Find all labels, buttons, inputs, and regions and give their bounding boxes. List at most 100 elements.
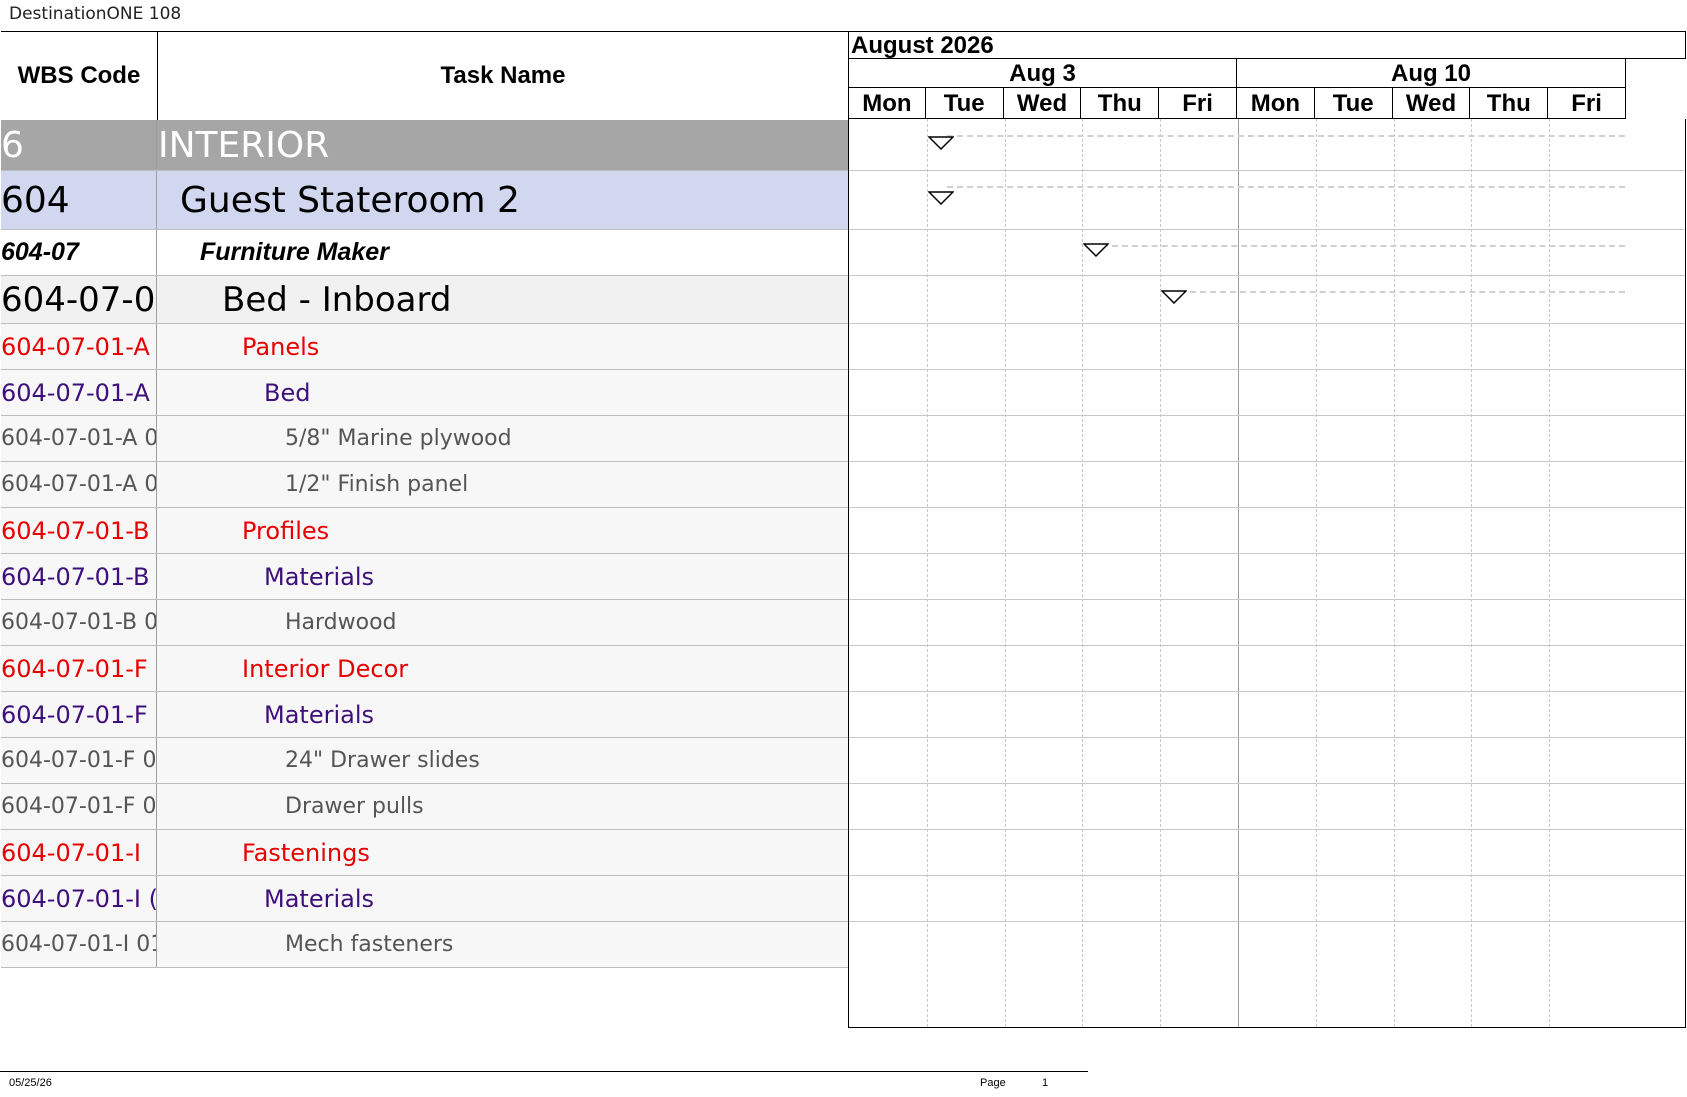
- summary-guide-line: [946, 135, 1625, 137]
- project-title: DestinationONE 108: [9, 4, 182, 24]
- day-header: Fri: [1159, 88, 1237, 119]
- task-name-cell: Bed - Inboard: [222, 279, 452, 320]
- gantt-day-gridline: [1160, 119, 1162, 1027]
- footer-page-number: 1: [1042, 1077, 1049, 1089]
- task-name-cell: 24" Drawer slides: [285, 748, 480, 773]
- wbs-code-cell: 604-07-01-A 0: [1, 416, 157, 461]
- wbs-code-cell: 604-07-01-A 0: [1, 462, 157, 507]
- day-header: Mon: [848, 88, 926, 119]
- table-row[interactable]: 604-07-01-A 0 1/2" Finish panel: [1, 462, 848, 508]
- day-header: Thu: [1470, 88, 1549, 119]
- wbs-code-cell: 604-07-01-B 0: [1, 600, 157, 645]
- wbs-column-header[interactable]: WBS Code: [1, 32, 158, 120]
- table-row[interactable]: 604-07 Furniture Maker: [1, 230, 848, 276]
- gantt-row-gridline: [849, 783, 1685, 784]
- summary-guide-line: [946, 186, 1625, 188]
- day-header: Tue: [925, 88, 1004, 119]
- task-name-cell: Panels: [242, 332, 320, 361]
- footer-date: 05/25/26: [9, 1077, 52, 1089]
- table-row[interactable]: 604-07-01-I Fastenings: [1, 830, 848, 876]
- gantt-chart: August 2026 Aug 3 Aug 10 Mon Tue Wed Thu Fri M…: [848, 31, 1686, 1028]
- wbs-code-cell: 604-07-01-F 0: [1, 784, 157, 829]
- table-row[interactable]: 604-07-01-F 0 Drawer pulls: [1, 784, 848, 830]
- task-name-cell: Mech fasteners: [285, 932, 454, 957]
- gantt-row-gridline: [849, 323, 1685, 324]
- table-row[interactable]: 604-07-01-B 0 Hardwood: [1, 600, 848, 646]
- task-name-cell: Fastenings: [242, 838, 370, 867]
- table-row[interactable]: 604-07-01-A Panels: [1, 324, 848, 370]
- month-header: August 2026: [848, 31, 1686, 59]
- gantt-row-gridline: [849, 829, 1685, 830]
- wbs-code-cell: 604-07-01-I (: [1, 876, 157, 921]
- task-name-cell: Hardwood: [285, 610, 397, 635]
- day-header: Thu: [1081, 88, 1160, 119]
- summary-guide-line: [1180, 291, 1625, 293]
- table-row[interactable]: 604 Guest Stateroom 2: [1, 171, 848, 230]
- table-row[interactable]: 604-07-01-A 0 5/8" Marine plywood: [1, 416, 848, 462]
- gantt-row-gridline: [849, 275, 1685, 276]
- gantt-day-gridline: [1393, 119, 1395, 1027]
- wbs-code-cell: 604-07-01-I: [1, 830, 157, 875]
- day-header: Fri: [1548, 88, 1626, 119]
- wbs-code-cell: 604: [1, 171, 157, 229]
- task-name-cell: Furniture Maker: [200, 238, 389, 266]
- gantt-day-gridline: [926, 119, 928, 1027]
- footer-divider: [0, 1071, 1088, 1072]
- wbs-code-cell: 604-07-01-A: [1, 324, 157, 369]
- table-row[interactable]: 604-07-01-F 0 24" Drawer slides: [1, 738, 848, 784]
- table-row[interactable]: 604-07-01-B Materials: [1, 554, 848, 600]
- table-row[interactable]: 604-07-01-I ( Materials: [1, 876, 848, 922]
- task-name-cell: INTERIOR: [158, 124, 330, 166]
- task-name-cell: Interior Decor: [242, 654, 409, 683]
- gantt-row-gridline: [849, 369, 1685, 370]
- task-name-cell: Materials: [264, 700, 375, 729]
- task-name-cell: Materials: [264, 884, 375, 913]
- week-header: Aug 10: [1237, 59, 1626, 88]
- gantt-day-gridline: [1549, 119, 1551, 1027]
- task-name-cell: Materials: [264, 562, 375, 591]
- gantt-row-gridline: [849, 553, 1685, 554]
- gantt-row-gridline: [849, 229, 1685, 230]
- wbs-code-cell: 604-07-01-B: [1, 554, 157, 599]
- wbs-code-cell: 604-07-01-F: [1, 646, 157, 691]
- table-header: WBS Code Task Name: [1, 31, 848, 121]
- wbs-code-cell: 604-07-01-I 01: [1, 922, 157, 967]
- table-row[interactable]: 604-07-01-B Profiles: [1, 508, 848, 554]
- table-row[interactable]: 604-07-01-I 01 Mech fasteners: [1, 922, 848, 968]
- gantt-body[interactable]: [848, 119, 1686, 1028]
- wbs-code-cell: 604-07-01-A: [1, 370, 157, 415]
- gantt-row-gridline: [849, 737, 1685, 738]
- task-name-cell: Bed: [264, 378, 311, 407]
- wbs-code-cell: 604-07-01: [1, 276, 157, 323]
- gantt-day-gridline: [1004, 119, 1006, 1027]
- wbs-code-cell: 604-07-01-B: [1, 508, 157, 553]
- gantt-row-gridline: [849, 415, 1685, 416]
- task-name-cell: Guest Stateroom 2: [180, 179, 520, 221]
- task-name-cell: Profiles: [242, 516, 330, 545]
- task-name-cell: 1/2" Finish panel: [285, 472, 469, 497]
- gantt-row-gridline: [849, 645, 1685, 646]
- gantt-row-gridline: [849, 691, 1685, 692]
- wbs-code-cell: 604-07: [1, 230, 157, 275]
- week-header: Aug 3: [848, 59, 1237, 88]
- wbs-code-cell: 6: [1, 120, 157, 170]
- gantt-row-gridline: [849, 170, 1685, 171]
- task-name-cell: 5/8" Marine plywood: [285, 426, 512, 451]
- gantt-day-gridline: [1471, 119, 1473, 1027]
- day-header: Mon: [1237, 88, 1315, 119]
- gantt-row-gridline: [849, 599, 1685, 600]
- day-header: Wed: [1003, 88, 1082, 119]
- footer-page-label: Page: [980, 1077, 1006, 1089]
- table-row[interactable]: 604-07-01-F Interior Decor: [1, 646, 848, 692]
- table-row[interactable]: 604-07-01-F Materials: [1, 692, 848, 738]
- wbs-code-cell: 604-07-01-F: [1, 692, 157, 737]
- gantt-row-gridline: [849, 507, 1685, 508]
- table-row[interactable]: 6 INTERIOR: [1, 120, 848, 171]
- task-name-column-header[interactable]: Task Name: [158, 32, 848, 120]
- task-name-cell: Drawer pulls: [285, 794, 424, 819]
- table-row[interactable]: 604-07-01-A Bed: [1, 370, 848, 416]
- table-row[interactable]: 604-07-01 Bed - Inboard: [1, 276, 848, 324]
- gantt-day-gridline: [1315, 119, 1317, 1027]
- wbs-code-cell: 604-07-01-F 0: [1, 738, 157, 783]
- gantt-row-gridline: [849, 461, 1685, 462]
